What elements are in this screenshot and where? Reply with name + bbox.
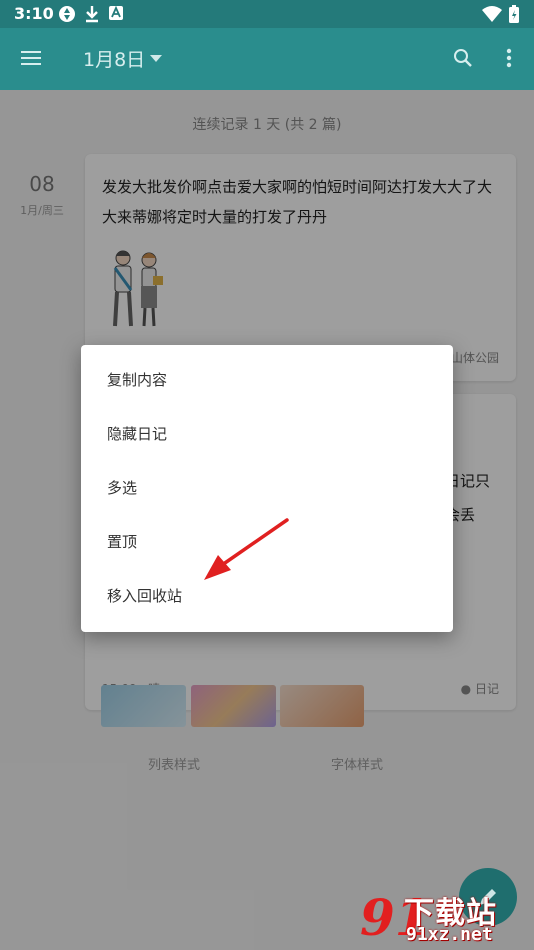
status-time: 3:10 <box>14 4 54 23</box>
more-vert-icon[interactable] <box>506 48 512 68</box>
menu-icon[interactable] <box>21 50 41 66</box>
sync-icon <box>59 6 75 22</box>
date-title[interactable]: 1月8日 <box>83 45 145 72</box>
toolbar: 1月8日 <box>0 28 534 90</box>
search-icon[interactable] <box>453 48 473 68</box>
chevron-down-icon[interactable] <box>150 55 162 62</box>
menu-item-move-to-trash[interactable]: 移入回收站 <box>81 569 453 623</box>
menu-item-multiselect[interactable]: 多选 <box>81 461 453 515</box>
battery-icon <box>509 5 519 23</box>
status-bar: 3:10 <box>0 0 534 28</box>
watermark: 91 下载站 91xz.net <box>360 888 530 948</box>
menu-item-hide[interactable]: 隐藏日记 <box>81 407 453 461</box>
app-notification-icon <box>109 5 123 20</box>
wifi-icon <box>482 6 502 22</box>
download-icon <box>86 6 98 23</box>
menu-item-copy[interactable]: 复制内容 <box>81 353 453 407</box>
watermark-url: 91xz.net <box>406 924 493 945</box>
context-menu: 复制内容 隐藏日记 多选 置顶 移入回收站 <box>81 345 453 632</box>
menu-item-pin[interactable]: 置顶 <box>81 515 453 569</box>
